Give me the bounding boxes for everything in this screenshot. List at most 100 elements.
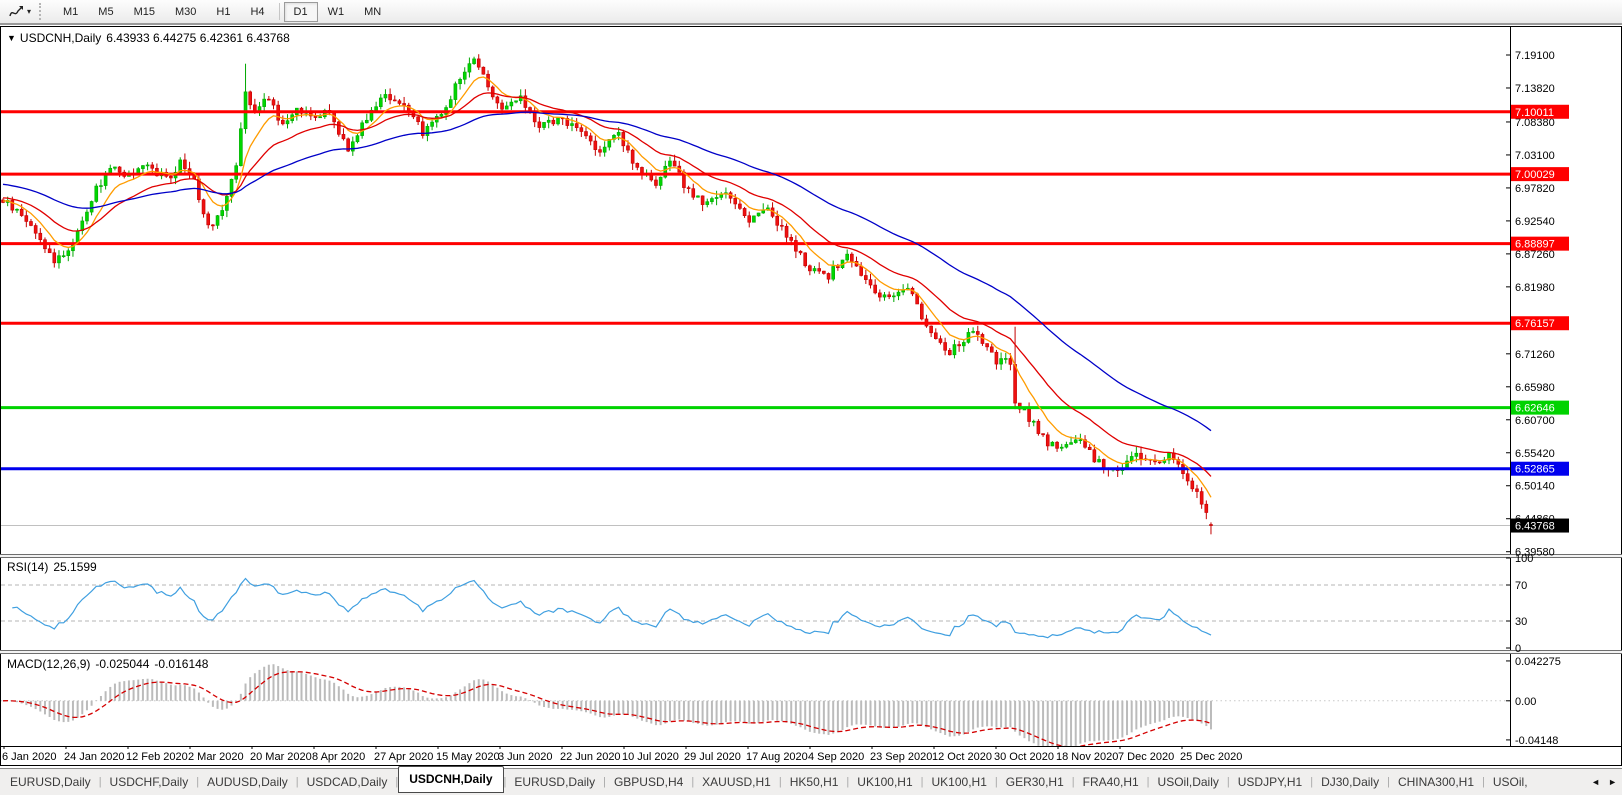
date-axis-label: 23 Sep 2020 — [870, 751, 932, 763]
timeframe-toolbar: ▾ M1 M5 M15 M30 H1 H4 D1 W1 MN — [0, 0, 1622, 25]
timeframe-button-h4[interactable]: H4 — [240, 2, 274, 22]
date-axis-label: 12 Feb 2020 — [126, 751, 188, 763]
rsi-value: 25.1599 — [53, 560, 97, 574]
chart-ohlc-values: 6.43933 6.44275 6.42361 6.43768 — [106, 31, 290, 45]
toolbar-grip[interactable] — [39, 3, 45, 20]
level-price-badge: 6.62646 — [1515, 403, 1555, 415]
level-price-badge: 6.88897 — [1515, 239, 1555, 251]
axis-label: 0.042275 — [1515, 656, 1561, 668]
macd-main-value: -0.025044 — [95, 657, 150, 671]
tab-audusd-daily[interactable]: AUDUSD,Daily — [199, 771, 296, 794]
timeframe-button-m5[interactable]: M5 — [88, 2, 123, 22]
date-axis-label: 2 Mar 2020 — [188, 751, 244, 763]
macd-name: MACD(12,26,9) — [7, 657, 91, 671]
chart-title: ▼ USDCNH,Daily 6.43933 6.44275 6.42361 6.4… — [7, 31, 290, 45]
axis-label: 6.87260 — [1515, 249, 1555, 261]
date-axis-label: 12 Oct 2020 — [932, 751, 992, 763]
tab-dj30-daily[interactable]: DJ30,Daily — [1313, 771, 1387, 794]
timeframe-button-h1[interactable]: H1 — [206, 2, 240, 22]
axis-label: 6.97820 — [1515, 183, 1555, 195]
tab-usoil[interactable]: USOil, — [1485, 771, 1536, 794]
macd-pane — [1, 664, 1510, 746]
axis-label: 6.81980 — [1515, 282, 1555, 294]
date-axis-label: 27 Apr 2020 — [374, 751, 433, 763]
tab-scroll-arrows: ◄ ► — [1591, 777, 1617, 787]
date-axis-label: 4 Sep 2020 — [808, 751, 864, 763]
tab-scroll-right-icon[interactable]: ► — [1608, 777, 1617, 787]
tab-uk100-h1[interactable]: UK100,H1 — [849, 771, 920, 794]
date-axis-label: 17 Aug 2020 — [746, 751, 808, 763]
axis-label: 100 — [1515, 553, 1533, 565]
axis-label: 6.65980 — [1515, 382, 1555, 394]
mt4-window: ▾ M1 M5 M15 M30 H1 H4 D1 W1 MN 7.19100 7.13820 7.0… — [0, 0, 1622, 795]
tab-gbpusd-h4[interactable]: GBPUSD,H4 — [606, 771, 691, 794]
rsi-pane — [1, 577, 1510, 639]
ma-lines — [2, 76, 1212, 498]
date-axis-label: 3 Jun 2020 — [498, 751, 552, 763]
tab-xauusd-h1[interactable]: XAUUSD,H1 — [694, 771, 779, 794]
tab-usoil-daily[interactable]: USOil,Daily — [1150, 771, 1227, 794]
tab-eurusd-daily[interactable]: EURUSD,Daily — [506, 771, 603, 794]
axis-label: 0.00 — [1515, 696, 1536, 708]
date-axis-label: 6 Jan 2020 — [2, 751, 56, 763]
date-axis-label: 30 Oct 2020 — [994, 751, 1054, 763]
axis-label: 7.13820 — [1515, 83, 1555, 95]
timeframe-button-m1[interactable]: M1 — [53, 2, 88, 22]
timeframe-buttons: M1 M5 M15 M30 H1 H4 D1 W1 MN — [53, 1, 391, 22]
date-axis-label: 24 Jan 2020 — [64, 751, 125, 763]
date-axis-label: 10 Jul 2020 — [622, 751, 679, 763]
tab-hk50-h1[interactable]: HK50,H1 — [782, 771, 847, 794]
tab-usdchf-daily[interactable]: USDCHF,Daily — [102, 771, 197, 794]
date-axis-label: 25 Dec 2020 — [1180, 751, 1242, 763]
chart-cursor-icon — [8, 5, 24, 19]
level-price-badge: 6.52865 — [1515, 464, 1555, 476]
timeframe-button-m15[interactable]: M15 — [124, 2, 165, 22]
date-axis-label: 7 Dec 2020 — [1118, 751, 1174, 763]
pane-borders — [0, 26, 1622, 766]
price-axis[interactable]: 7.191007.138207.083807.031006.978206.925… — [1506, 50, 1561, 747]
symbol-tabbar: EURUSD,Daily | USDCHF,Daily | AUDUSD,Daily | U… — [0, 766, 1622, 795]
chart-tool-button[interactable]: ▾ — [4, 3, 35, 21]
tab-eurusd-daily[interactable]: EURUSD,Daily — [2, 771, 99, 794]
level-price-badge: 6.43768 — [1515, 521, 1555, 533]
symbol-tabs: EURUSD,Daily | USDCHF,Daily | AUDUSD,Daily | U… — [2, 766, 1536, 794]
level-price-badge: 6.76157 — [1515, 318, 1555, 330]
macd-histogram — [6, 664, 1212, 746]
axis-label: 30 — [1515, 616, 1527, 628]
axis-label: 70 — [1515, 580, 1527, 592]
date-axis-label: 22 Jun 2020 — [560, 751, 621, 763]
axis-label: 6.92540 — [1515, 216, 1555, 228]
collapse-icon[interactable]: ▼ — [7, 33, 16, 43]
date-axis-label: 15 May 2020 — [436, 751, 500, 763]
tab-uk100-h1[interactable]: UK100,H1 — [924, 771, 995, 794]
tab-usdjpy-h1[interactable]: USDJPY,H1 — [1230, 771, 1310, 794]
date-axis-label: 29 Jul 2020 — [684, 751, 741, 763]
timeframe-button-m30[interactable]: M30 — [165, 2, 206, 22]
tab-china300-h1[interactable]: CHINA300,H1 — [1390, 771, 1482, 794]
timeframe-button-w1[interactable]: W1 — [318, 2, 355, 22]
tab-usdcnh-daily[interactable]: USDCNH,Daily — [398, 766, 504, 793]
timeframe-button-mn[interactable]: MN — [354, 2, 391, 22]
level-price-badges: 7.10011 7.00029 6.88897 6.76157 6.62646 6.528… — [1511, 104, 1569, 533]
chevron-down-icon: ▾ — [27, 6, 32, 16]
axis-label: 6.60700 — [1515, 415, 1555, 427]
rsi-indicator-label: RSI(14) 25.1599 — [7, 560, 97, 574]
date-axis-label: 18 Nov 2020 — [1056, 751, 1118, 763]
axis-label: -0.04148 — [1515, 735, 1558, 747]
price-levels[interactable] — [1, 110, 1510, 471]
tab-ger30-h1[interactable]: GER30,H1 — [998, 771, 1072, 794]
chart-canvas: 7.191007.138207.083807.031006.978206.925… — [0, 26, 1622, 766]
axis-label: 6.50140 — [1515, 481, 1555, 493]
timeframe-button-d1[interactable]: D1 — [283, 1, 318, 22]
axis-label: 7.03100 — [1515, 150, 1555, 162]
tab-usdcad-daily[interactable]: USDCAD,Daily — [299, 771, 396, 794]
date-axis-label: 20 Mar 2020 — [250, 751, 312, 763]
chart-symbol-label: USDCNH,Daily — [19, 31, 102, 45]
tab-scroll-left-icon[interactable]: ◄ — [1591, 777, 1600, 787]
rsi-line — [12, 577, 1212, 639]
tab-fra40-h1[interactable]: FRA40,H1 — [1075, 771, 1147, 794]
axis-label: 6.55420 — [1515, 448, 1555, 460]
level-price-badge: 7.10011 — [1515, 107, 1554, 119]
date-axis[interactable]: 6 Jan 2020 24 Jan 2020 12 Feb 2020 2 Mar 20… — [2, 746, 1242, 763]
level-price-badge: 7.00029 — [1515, 169, 1555, 181]
